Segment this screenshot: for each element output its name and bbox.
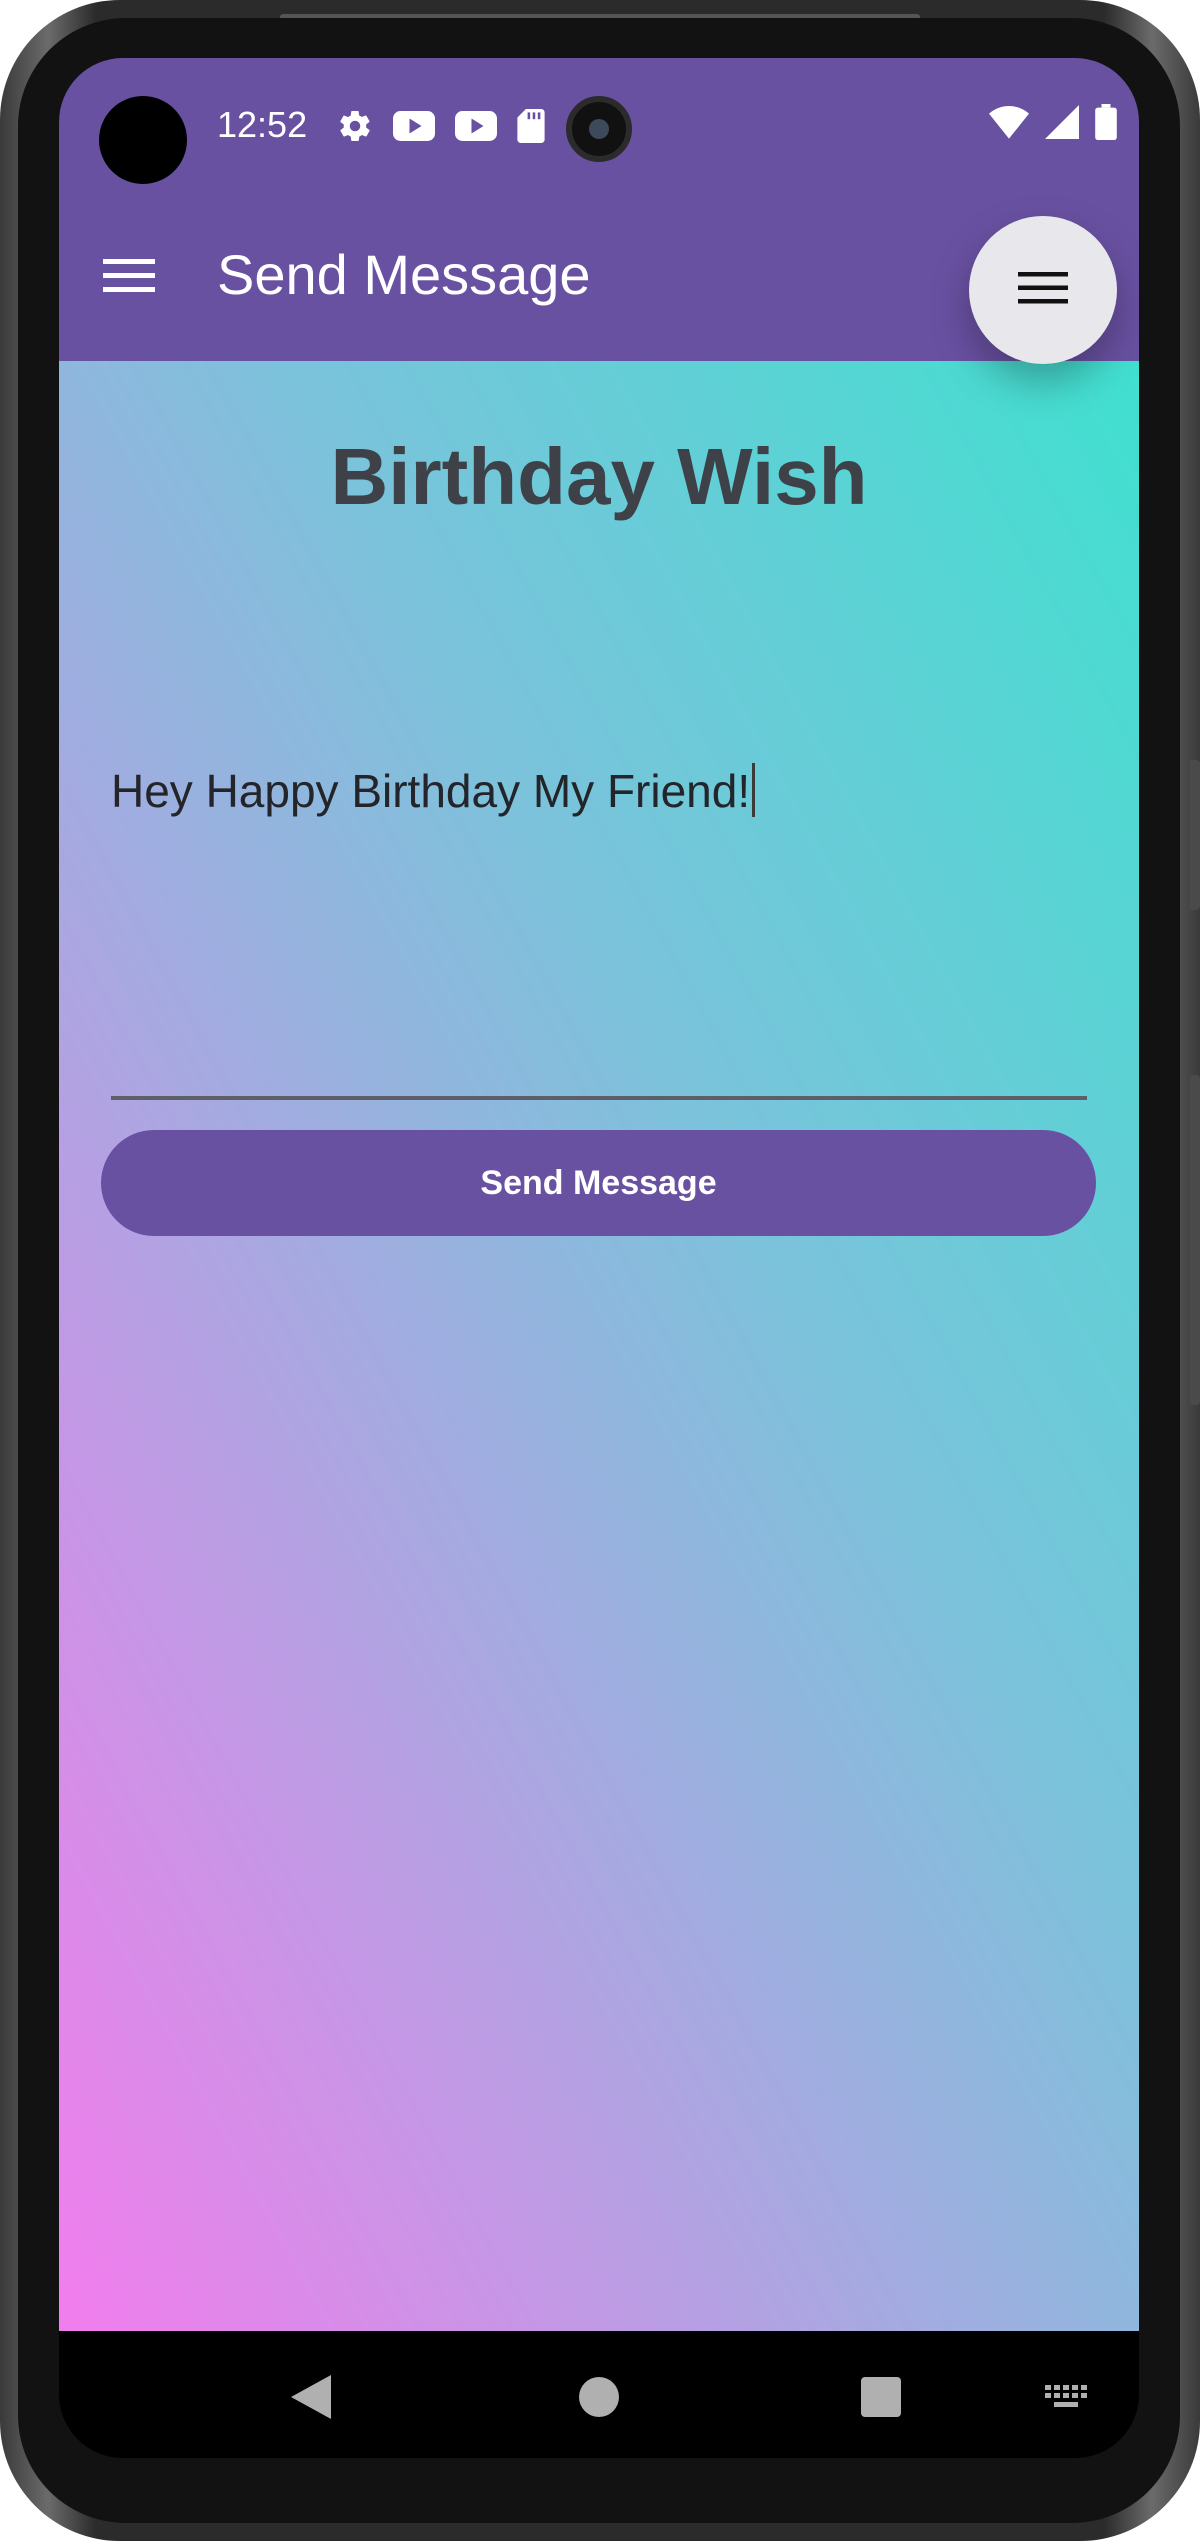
- floating-menu-button[interactable]: [969, 216, 1117, 364]
- back-icon: [291, 2374, 331, 2424]
- signal-icon: [1045, 105, 1079, 144]
- navigation-menu-button[interactable]: [99, 248, 159, 308]
- screen: 12:52 Send Message Birthday Wish Hey Hap…: [59, 58, 1139, 2458]
- main-content: Birthday Wish Hey Happy Birthday My Frie…: [59, 361, 1139, 2331]
- page-title: Send Message: [217, 243, 591, 306]
- menu-icon: [103, 256, 155, 301]
- wifi-icon: [989, 105, 1029, 144]
- home-button[interactable]: [569, 2369, 629, 2429]
- menu-icon: [1018, 270, 1068, 311]
- send-message-button[interactable]: Send Message: [101, 1130, 1096, 1236]
- status-time: 12:52: [217, 104, 308, 145]
- camera-lens: [589, 119, 609, 139]
- notification-icons: [337, 108, 545, 149]
- back-button[interactable]: [281, 2369, 341, 2429]
- message-input[interactable]: Hey Happy Birthday My Friend!: [111, 763, 756, 818]
- camera-cutout: [99, 96, 187, 184]
- system-navigation-bar: [59, 2331, 1139, 2458]
- recents-button[interactable]: [851, 2369, 911, 2429]
- recents-icon: [861, 2376, 901, 2422]
- keyboard-button[interactable]: [1037, 2369, 1097, 2429]
- youtube-icon: [393, 110, 435, 147]
- message-input-underline: [111, 1096, 1087, 1100]
- battery-icon: [1095, 104, 1117, 145]
- front-camera: [566, 96, 632, 162]
- sd-card-icon: [517, 109, 545, 148]
- system-icons: [989, 104, 1117, 145]
- status-bar: 12:52: [59, 58, 1139, 198]
- device-frame: 12:52 Send Message Birthday Wish Hey Hap…: [0, 0, 1200, 2541]
- volume-button: [1190, 1075, 1200, 1405]
- message-input-value: Hey Happy Birthday My Friend!: [111, 765, 751, 817]
- power-button: [1190, 760, 1200, 910]
- home-icon: [579, 2376, 619, 2422]
- text-cursor: [752, 763, 756, 817]
- heading: Birthday Wish: [330, 432, 868, 521]
- youtube-icon: [455, 110, 497, 147]
- settings-icon: [337, 108, 373, 149]
- keyboard-icon: [1045, 2384, 1089, 2414]
